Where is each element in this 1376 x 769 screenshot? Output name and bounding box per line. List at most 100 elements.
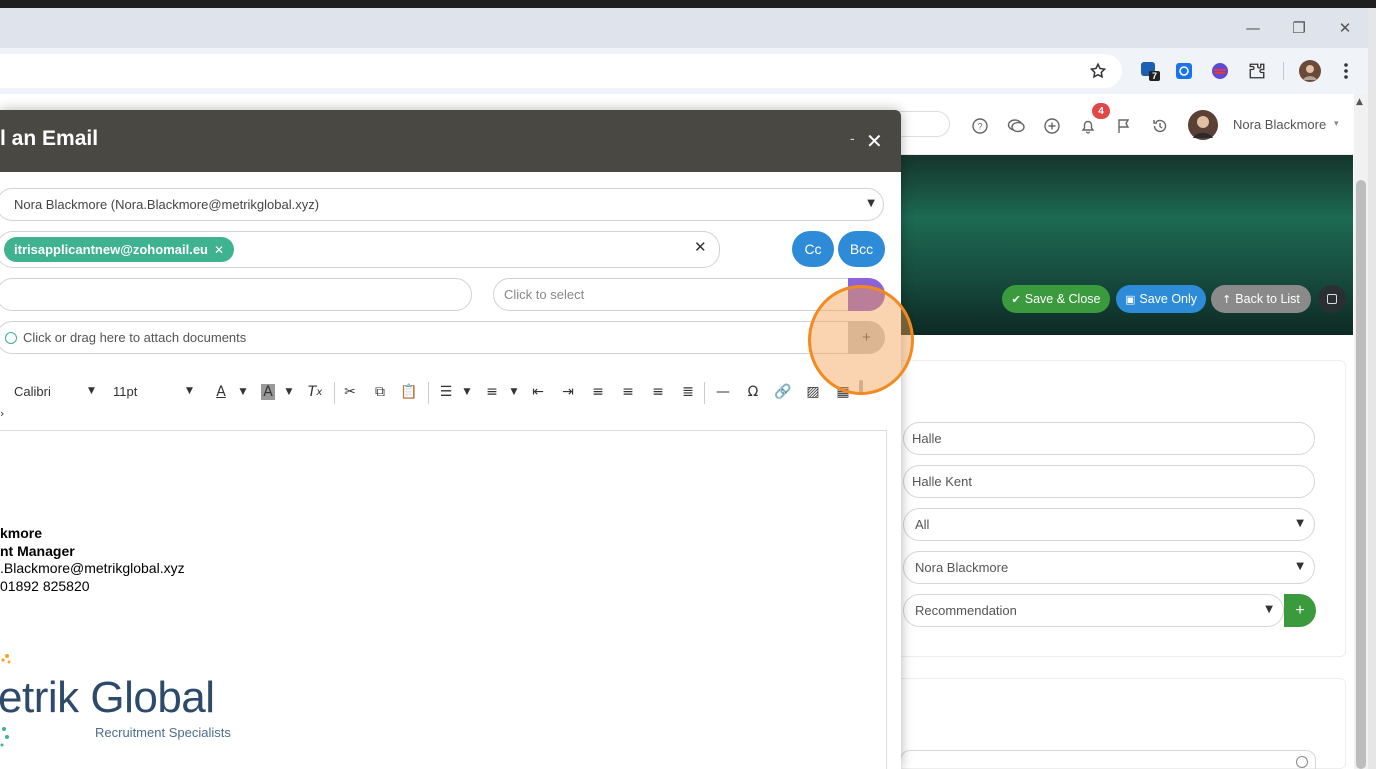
- align-right-icon[interactable]: ≡: [647, 378, 669, 406]
- check-icon: ✔: [1011, 292, 1021, 306]
- star-icon[interactable]: [1085, 58, 1111, 84]
- add-circle-icon[interactable]: [1042, 116, 1062, 136]
- user-avatar[interactable]: [1188, 110, 1218, 140]
- close-window-button[interactable]: ✕: [1322, 8, 1368, 48]
- scroll-up-icon[interactable]: ▲: [1356, 97, 1363, 107]
- company-logo-text: etrik Global: [0, 673, 215, 722]
- clear-recipients-icon[interactable]: ✕: [694, 238, 707, 256]
- clear-format-icon[interactable]: Tx: [304, 378, 326, 406]
- chevron-down-icon[interactable]: ▼: [507, 378, 521, 406]
- snowflake-icon[interactable]: [1171, 58, 1197, 84]
- chevron-down-icon: ▼: [1296, 518, 1304, 529]
- chevron-down-icon[interactable]: ▼: [460, 378, 474, 406]
- extension-badge: 7: [1152, 71, 1158, 81]
- chat-icon[interactable]: [1006, 116, 1026, 136]
- history-icon[interactable]: [1150, 116, 1170, 136]
- chevron-down-icon: ▼: [867, 198, 875, 209]
- notification-badge: 4: [1092, 103, 1110, 119]
- first-name-input[interactable]: Halle: [903, 422, 1315, 455]
- align-center-icon[interactable]: ≡: [617, 378, 639, 406]
- minimize-modal-button[interactable]: -: [850, 130, 855, 146]
- copy-icon[interactable]: ⧉: [369, 378, 391, 406]
- flag-icon[interactable]: [1114, 116, 1134, 136]
- close-modal-button[interactable]: ✕: [866, 129, 883, 153]
- bell-icon[interactable]: [1078, 116, 1098, 136]
- save-close-label: Save & Close: [1024, 292, 1101, 306]
- owner-value: Nora Blackmore: [915, 560, 1009, 575]
- attach-label: Click or drag here to attach documents: [23, 330, 247, 345]
- restore-window-button[interactable]: ❐: [1276, 8, 1322, 48]
- paste-icon[interactable]: 📋: [398, 378, 420, 406]
- signature-email: .Blackmore@metrikglobal.xyz: [0, 560, 185, 576]
- visibility-select[interactable]: All ▼: [903, 508, 1315, 541]
- floppy-icon: ▣: [1124, 292, 1136, 306]
- blocked-icon: [1296, 756, 1308, 768]
- signature-role: nt Manager: [0, 543, 75, 559]
- chevron-down-icon[interactable]: ▼: [282, 378, 296, 406]
- numbered-list-icon[interactable]: ≡: [481, 378, 503, 406]
- align-justify-icon[interactable]: ≣: [677, 378, 699, 406]
- highlight-color-icon[interactable]: A: [258, 378, 278, 406]
- back-to-list-label: Back to List: [1235, 292, 1300, 306]
- from-select[interactable]: Nora Blackmore (Nora.Blackmore@metrikglo…: [0, 188, 884, 221]
- close-icon: ✕: [1338, 19, 1352, 37]
- window-edge: [1368, 8, 1376, 769]
- recipient-email: itrisapplicantnew@zohomail.eu: [14, 242, 208, 257]
- remove-tag-icon[interactable]: ✕: [214, 243, 224, 257]
- signature-phone: 01892 825820: [0, 578, 90, 594]
- extension-counter-icon[interactable]: 7: [1137, 58, 1163, 84]
- panel-toggle-button[interactable]: [1318, 285, 1346, 313]
- help-icon[interactable]: ?: [970, 116, 990, 136]
- address-bar[interactable]: [0, 54, 1122, 88]
- recipient-tag[interactable]: itrisapplicantnew@zohomail.eu ✕: [4, 237, 235, 262]
- subject-input[interactable]: [0, 278, 472, 311]
- bullet-list-icon[interactable]: ☰: [435, 378, 457, 406]
- indent-icon[interactable]: ⇥: [557, 378, 579, 406]
- chevron-right-icon[interactable]: ›: [0, 407, 4, 420]
- email-body-editor[interactable]: kmore nt Manager .Blackmore@metrikglobal…: [0, 430, 887, 769]
- scrollbar-thumb[interactable]: [1356, 180, 1366, 769]
- minimize-window-button[interactable]: —: [1230, 8, 1276, 48]
- chevron-down-icon[interactable]: ▾: [1334, 119, 1339, 129]
- owner-select[interactable]: Nora Blackmore ▼: [903, 551, 1315, 584]
- text-color-icon[interactable]: A: [210, 378, 232, 406]
- font-family-select[interactable]: Calibri: [14, 384, 51, 399]
- user-name[interactable]: Nora Blackmore: [1233, 117, 1326, 132]
- template-placeholder: Click to select: [504, 287, 585, 302]
- image-icon[interactable]: ▨: [802, 378, 824, 406]
- signature-name: kmore: [0, 525, 43, 541]
- browser-title-bar: [0, 8, 1368, 48]
- outdent-icon[interactable]: ⇤: [527, 378, 549, 406]
- chevron-down-icon: ▼: [1265, 604, 1273, 615]
- source-select[interactable]: Recommendation ▼: [903, 594, 1284, 627]
- kebab-menu-icon[interactable]: [1333, 58, 1359, 84]
- save-only-button[interactable]: ▣ Save Only: [1116, 285, 1206, 313]
- bcc-button[interactable]: Bcc: [838, 231, 885, 267]
- full-name-input[interactable]: Halle Kent: [903, 465, 1315, 498]
- special-char-icon[interactable]: Ω: [742, 378, 764, 406]
- globe-icon[interactable]: [1207, 58, 1233, 84]
- sidebar-toggle-icon: [1327, 294, 1337, 304]
- font-size-select[interactable]: 11pt: [113, 384, 137, 399]
- bottom-input[interactable]: [900, 750, 1316, 769]
- from-value: Nora Blackmore (Nora.Blackmore@metrikglo…: [14, 197, 320, 212]
- horizontal-rule-icon[interactable]: —: [712, 378, 734, 406]
- cc-button[interactable]: Cc: [792, 231, 834, 267]
- profile-avatar[interactable]: [1297, 58, 1323, 84]
- puzzle-icon[interactable]: [1244, 58, 1270, 84]
- restore-icon: ❐: [1292, 19, 1306, 37]
- company-logo-subtitle: Recruitment Specialists: [95, 725, 231, 740]
- back-to-list-button[interactable]: ↑ Back to List: [1211, 285, 1311, 313]
- align-left-icon[interactable]: ≡: [587, 378, 609, 406]
- chevron-down-icon[interactable]: ▼: [236, 378, 250, 406]
- chevron-down-icon[interactable]: ▼: [186, 386, 193, 396]
- save-close-button[interactable]: ✔ Save & Close: [1002, 285, 1110, 313]
- cut-icon[interactable]: ✂: [339, 378, 361, 406]
- chevron-down-icon[interactable]: ▼: [88, 386, 95, 396]
- template-select[interactable]: Click to select: [493, 278, 863, 311]
- link-icon[interactable]: 🔗: [772, 378, 794, 406]
- attach-dropzone[interactable]: Click or drag here to attach documents: [0, 321, 866, 354]
- logo-dots-icon: [0, 653, 14, 667]
- modal-header: [0, 110, 901, 172]
- add-source-button[interactable]: +: [1284, 594, 1316, 627]
